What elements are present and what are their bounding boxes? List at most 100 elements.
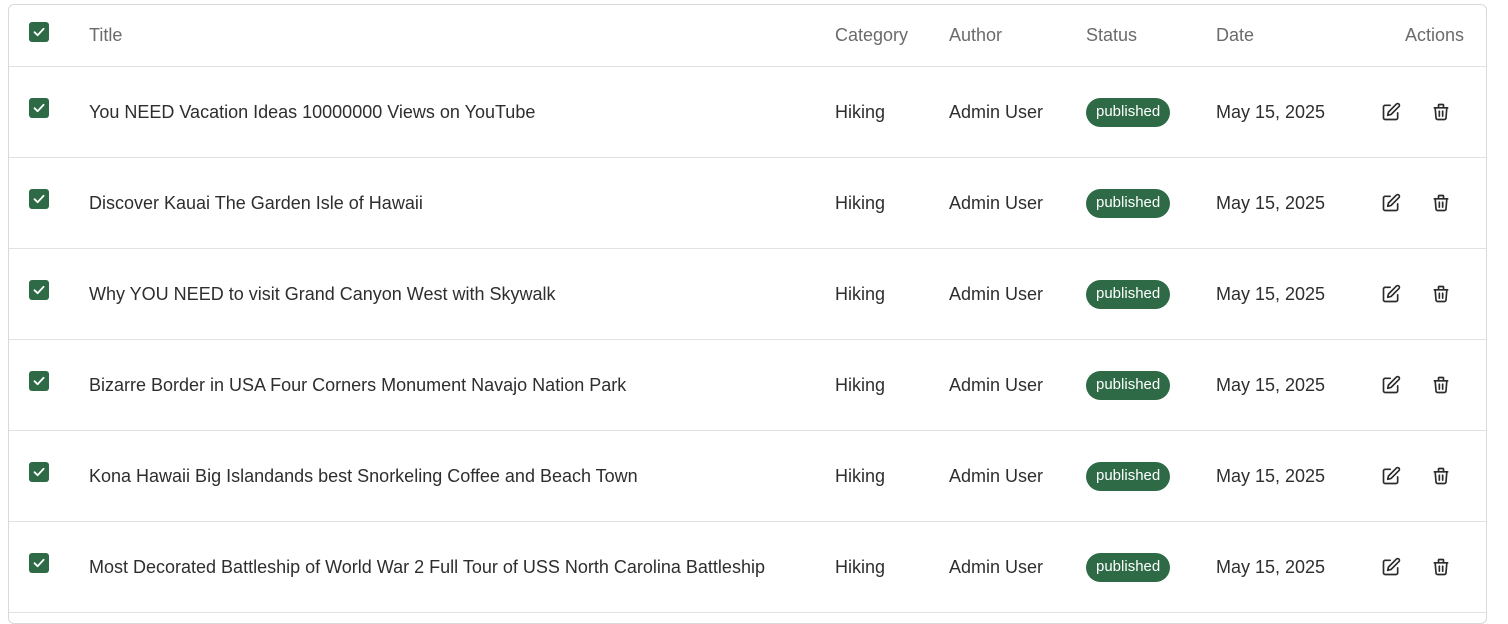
table-row: Bizarre Border in USA Four Corners Monum… — [9, 340, 1486, 431]
table-body: You NEED Vacation Ideas 10000000 Views o… — [9, 67, 1486, 613]
table-header: Title Category Author Status Date Action… — [9, 5, 1486, 67]
row-actions — [1379, 158, 1479, 248]
status-badge: published — [1086, 97, 1171, 127]
post-author: Admin User — [949, 283, 1044, 304]
row-checkbox[interactable] — [29, 553, 49, 573]
edit-button[interactable] — [1379, 282, 1403, 306]
trash-icon — [1433, 285, 1449, 303]
edit-button[interactable] — [1379, 100, 1403, 124]
status-cell: published — [1086, 340, 1171, 430]
row-select-cell — [29, 518, 51, 608]
trash-icon — [1433, 467, 1449, 485]
post-date: May 15, 2025 — [1216, 192, 1326, 213]
column-header-status[interactable]: Status — [1086, 5, 1137, 66]
post-category: Hiking — [835, 374, 886, 395]
post-author: Admin User — [949, 192, 1044, 213]
check-icon — [33, 27, 45, 36]
row-select-cell — [29, 63, 51, 153]
row-checkbox[interactable] — [29, 371, 49, 391]
post-date: May 15, 2025 — [1216, 465, 1326, 486]
row-actions — [1379, 67, 1479, 157]
row-checkbox[interactable] — [29, 462, 49, 482]
check-icon — [33, 376, 45, 386]
status-badge: published — [1086, 188, 1171, 218]
posts-table: Title Category Author Status Date Action… — [8, 4, 1487, 624]
edit-icon — [1382, 466, 1401, 485]
edit-button[interactable] — [1379, 464, 1403, 488]
status-cell: published — [1086, 431, 1171, 521]
post-date: May 15, 2025 — [1216, 101, 1326, 122]
post-author: Admin User — [949, 374, 1044, 395]
post-title[interactable]: Why YOU NEED to visit Grand Canyon West … — [89, 249, 555, 339]
edit-button[interactable] — [1379, 373, 1403, 397]
table-row: Discover Kauai The Garden Isle of Hawaii… — [9, 158, 1486, 249]
status-badge: published — [1086, 370, 1171, 400]
column-header-category[interactable]: Category — [835, 5, 908, 66]
post-title[interactable]: Bizarre Border in USA Four Corners Monum… — [89, 340, 626, 430]
edit-button[interactable] — [1379, 191, 1403, 215]
status-badge: published — [1086, 461, 1171, 491]
edit-icon — [1382, 375, 1401, 394]
check-icon — [33, 558, 45, 568]
table-row: Kona Hawaii Big Islandands best Snorkeli… — [9, 431, 1486, 522]
status-cell: published — [1086, 522, 1171, 612]
post-author: Admin User — [949, 101, 1044, 122]
status-cell: published — [1086, 249, 1171, 339]
edit-icon — [1382, 193, 1401, 212]
post-title[interactable]: You NEED Vacation Ideas 10000000 Views o… — [89, 67, 535, 157]
post-author: Admin User — [949, 556, 1044, 577]
post-title[interactable]: Kona Hawaii Big Islandands best Snorkeli… — [89, 431, 638, 521]
edit-button[interactable] — [1379, 555, 1403, 579]
row-actions — [1379, 431, 1479, 521]
edit-icon — [1382, 284, 1401, 303]
column-header-author[interactable]: Author — [949, 5, 1002, 66]
row-select-cell — [29, 154, 51, 244]
table-row: You NEED Vacation Ideas 10000000 Views o… — [9, 67, 1486, 158]
trash-icon — [1433, 194, 1449, 212]
row-actions — [1379, 249, 1479, 339]
delete-button[interactable] — [1429, 191, 1453, 215]
table-row: Why YOU NEED to visit Grand Canyon West … — [9, 249, 1486, 340]
status-badge: published — [1086, 552, 1171, 582]
post-category: Hiking — [835, 556, 886, 577]
row-select-cell — [29, 427, 51, 517]
post-author: Admin User — [949, 465, 1044, 486]
select-all-cell — [29, 5, 51, 62]
post-date: May 15, 2025 — [1216, 374, 1326, 395]
post-category: Hiking — [835, 283, 886, 304]
check-icon — [33, 194, 45, 204]
row-checkbox[interactable] — [29, 280, 49, 300]
edit-icon — [1382, 102, 1401, 121]
post-category: Hiking — [835, 465, 886, 486]
trash-icon — [1433, 558, 1449, 576]
column-header-date[interactable]: Date — [1216, 5, 1254, 66]
post-title[interactable]: Discover Kauai The Garden Isle of Hawaii — [89, 158, 423, 248]
delete-button[interactable] — [1429, 555, 1453, 579]
row-checkbox[interactable] — [29, 189, 49, 209]
status-cell: published — [1086, 67, 1171, 157]
edit-icon — [1382, 557, 1401, 576]
column-header-actions: Actions — [1405, 25, 1465, 45]
delete-button[interactable] — [1429, 282, 1453, 306]
delete-button[interactable] — [1429, 373, 1453, 397]
delete-button[interactable] — [1429, 464, 1453, 488]
post-category: Hiking — [835, 192, 886, 213]
row-actions — [1379, 522, 1479, 612]
column-header-title[interactable]: Title — [89, 5, 122, 66]
check-icon — [33, 285, 45, 295]
trash-icon — [1433, 376, 1449, 394]
delete-button[interactable] — [1429, 100, 1453, 124]
post-date: May 15, 2025 — [1216, 556, 1326, 577]
status-badge: published — [1086, 279, 1171, 309]
row-select-cell — [29, 245, 51, 335]
table-row: Most Decorated Battleship of World War 2… — [9, 522, 1486, 613]
status-cell: published — [1086, 158, 1171, 248]
post-date: May 15, 2025 — [1216, 283, 1326, 304]
row-actions — [1379, 340, 1479, 430]
row-checkbox[interactable] — [29, 98, 49, 118]
post-title[interactable]: Most Decorated Battleship of World War 2… — [89, 522, 765, 612]
check-icon — [33, 103, 45, 113]
post-category: Hiking — [835, 101, 886, 122]
select-all-checkbox[interactable] — [29, 21, 49, 42]
check-icon — [33, 467, 45, 477]
